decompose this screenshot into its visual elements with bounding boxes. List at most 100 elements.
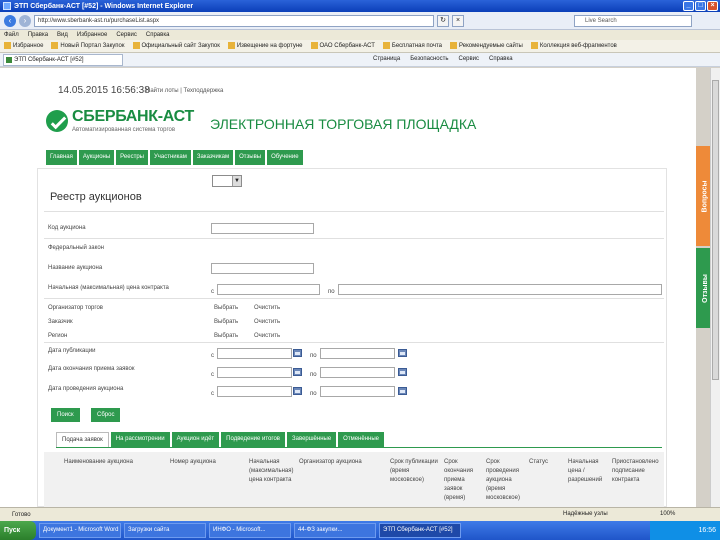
label-initial-price: Начальная (максимальная) цена контракта [48,285,169,291]
label-region: Регион [48,333,68,339]
fav-item[interactable]: ОАО Сбербанк-АСТ [310,42,375,50]
stop-button[interactable]: × [452,14,464,27]
column-header[interactable]: Срок проведения аукциона (время московск… [486,458,530,503]
label-auction-name: Название аукциона [48,265,103,271]
fav-item[interactable]: Новый Портал Закупок [51,42,125,50]
taskbar-item[interactable]: Загрузки сайта [124,523,206,538]
cmd-security[interactable]: Безопасность [410,56,448,62]
price-from-input[interactable] [217,284,320,295]
date-to-label: по [310,372,317,378]
tab-underline [56,447,662,448]
command-bar: ЭТП Сбербанк-АСТ [#52] Страница Безопасн… [0,53,720,67]
nav-auctions[interactable]: Аукционы [78,150,115,165]
menu-favorites[interactable]: Избранное [77,32,107,38]
scrollbar-thumb[interactable] [712,80,719,380]
auction-name-input[interactable] [211,263,314,274]
fav-item[interactable]: Рекомендуемые сайты [450,42,523,50]
cmd-help[interactable]: Справка [489,56,513,62]
menu-file[interactable]: Файл [4,32,19,38]
url-input[interactable]: http://www.sberbank-ast.ru/purchaseList.… [34,14,434,27]
calendar-icon[interactable] [398,349,407,357]
nav-customers[interactable]: Заказчикам [192,150,234,165]
taskbar-item[interactable]: ЭТП Сбербанк-АСТ [#52] [379,523,461,538]
end-date-from-input[interactable] [217,367,292,378]
fav-item[interactable]: Официальный сайт Закупок [132,42,220,50]
maximize-button[interactable]: □ [695,1,706,11]
tab-review[interactable]: На рассмотрении [110,432,170,447]
tab-results[interactable]: Подведение итогов [221,432,285,447]
column-header[interactable]: Срок публикации (время московское) [390,458,440,485]
minimize-button[interactable]: _ [683,1,694,11]
zoom-level[interactable]: 100% [660,511,675,517]
page-title: Реестр аукционов [50,191,142,203]
fav-item[interactable]: Бесплатная почта [382,42,442,50]
window-title: ЭТП Сбербанк-АСТ [#52] - Windows Interne… [14,2,194,10]
price-to-input[interactable] [338,284,662,295]
nav-participants[interactable]: Участникам [149,150,191,165]
nav-reviews[interactable]: Отзывы [235,150,266,165]
calendar-icon[interactable] [293,368,302,376]
tab-in-progress[interactable]: Аукцион идёт [171,432,220,447]
auction-number-input[interactable] [211,223,314,234]
browser-tab[interactable]: ЭТП Сбербанк-АСТ [#52] [3,53,123,66]
fav-item[interactable]: Избранное [4,42,43,50]
calendar-icon[interactable] [398,387,407,395]
cmd-tools[interactable]: Сервис [458,56,479,62]
taskbar-item[interactable]: 44-ФЗ закупки... [294,523,376,538]
column-header[interactable]: Наименование аукциона [64,458,164,467]
fav-item[interactable]: Извещение на фортуне [227,42,303,50]
forward-button[interactable]: › [19,14,31,27]
search-input[interactable]: Live Search [574,15,692,27]
nav-home[interactable]: Главная [46,150,77,165]
back-button[interactable]: ‹ [4,14,16,27]
publish-date-from-input[interactable] [217,348,292,359]
menu-edit[interactable]: Правка [28,32,48,38]
menu-view[interactable]: Вид [57,32,68,38]
column-header[interactable]: Начальная (максимальная) цена контракта [249,458,297,485]
publish-date-to-input[interactable] [320,348,395,359]
customer-select-link[interactable]: Выбрать [214,319,238,325]
menu-help[interactable]: Справка [146,32,170,38]
end-date-to-input[interactable] [320,367,395,378]
calendar-icon[interactable] [398,368,407,376]
column-header[interactable]: Номер аукциона [170,458,240,467]
window-titlebar: ЭТП Сбербанк-АСТ [#52] - Windows Interne… [0,0,720,12]
column-header[interactable]: Срок окончания приема заявок (время) [444,458,482,503]
search-button[interactable]: Поиск [51,408,80,422]
system-tray-clock[interactable]: 16:56 [650,521,720,540]
region-clear-link[interactable]: Очистить [254,333,280,339]
cmd-page[interactable]: Страница [373,56,400,62]
start-button[interactable]: Пуск [0,521,36,540]
taskbar-item[interactable]: ИНФО - Microsoft... [209,523,291,538]
date-to-label: по [310,353,317,359]
organizer-select-link[interactable]: Выбрать [214,305,238,311]
column-header[interactable]: Статус [529,458,559,467]
tab-applications[interactable]: Подача заявок [56,432,109,447]
organizer-clear-link[interactable]: Очистить [254,305,280,311]
customer-clear-link[interactable]: Очистить [254,319,280,325]
nav-training[interactable]: Обучение [267,150,303,165]
menu-tools[interactable]: Сервис [116,32,137,38]
top-links[interactable]: Найти лоты | Техподдержка [146,88,223,94]
column-header[interactable]: Организатор аукциона [299,458,389,467]
site-logo[interactable]: СБЕРБАНК-АСТ Автоматизированная система … [46,108,194,133]
refresh-button[interactable]: ↻ [437,14,449,27]
auction-date-from-input[interactable] [217,386,292,397]
fav-item[interactable]: Коллекция веб-фрагментов [530,42,617,50]
divider [44,211,664,212]
nav-registries[interactable]: Реестры [116,150,148,165]
platform-title: ЭЛЕКТРОННАЯ ТОРГОВАЯ ПЛОЩАДКА [210,116,477,132]
page-scrollbar[interactable] [710,68,720,507]
region-select-link[interactable]: Выбрать [214,333,238,339]
federal-law-select[interactable]: ▼ [212,175,242,187]
auction-date-to-input[interactable] [320,386,395,397]
calendar-icon[interactable] [293,349,302,357]
reset-button[interactable]: Сброс [91,408,121,422]
column-header[interactable]: Начальная цена / разрешений [568,458,612,485]
close-button[interactable]: × [707,1,718,11]
calendar-icon[interactable] [293,387,302,395]
tab-completed[interactable]: Завершённые [286,432,337,447]
column-header[interactable]: Приостановлено подписание контракта [612,458,662,485]
taskbar-item[interactable]: Документ1 - Microsoft Word [39,523,121,538]
tab-cancelled[interactable]: Отменённые [338,432,384,447]
